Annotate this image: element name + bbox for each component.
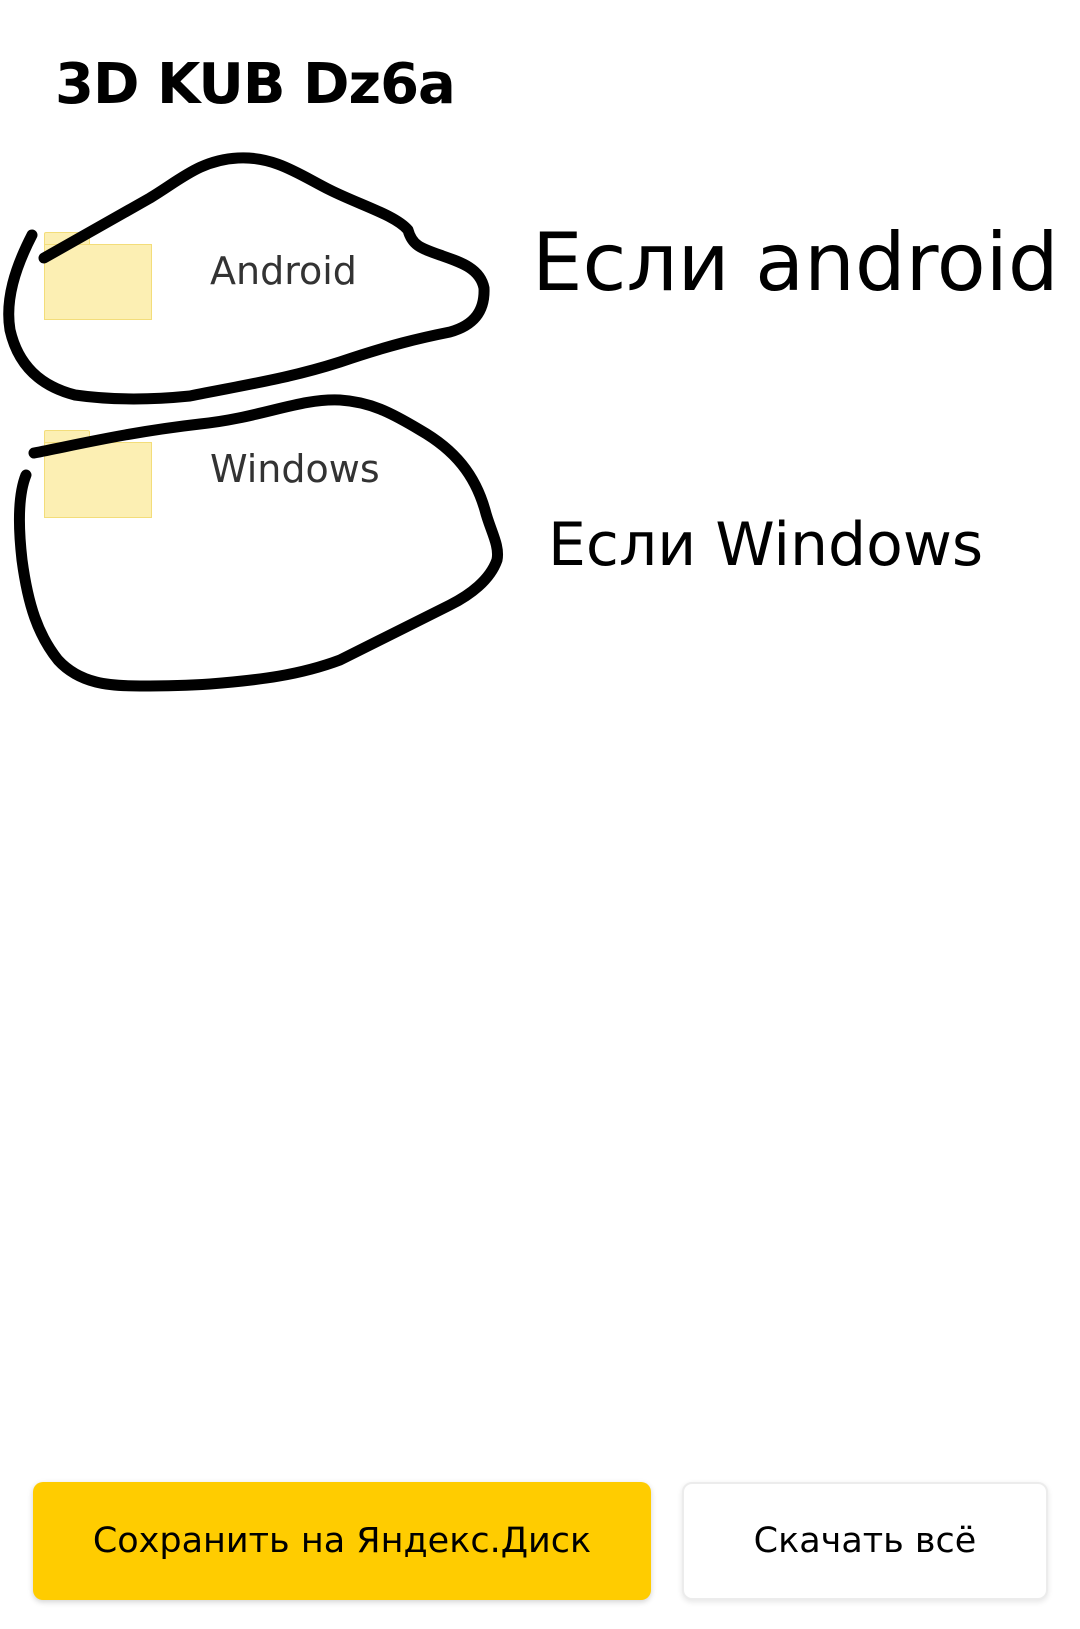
folder-name: Android	[210, 249, 357, 293]
annotation-android-note: Если android	[532, 216, 1059, 309]
page-title: 3D KUB Dz6a	[55, 52, 456, 117]
folder-icon	[44, 228, 154, 322]
save-button-label: Сохранить на Яндекс.Диск	[92, 1521, 592, 1561]
folder-icon	[44, 426, 154, 520]
download-button-label: Скачать всё	[753, 1521, 977, 1561]
folder-name: Windows	[210, 447, 380, 491]
folder-item-windows[interactable]: Windows	[0, 426, 520, 518]
folder-item-android[interactable]: Android	[0, 228, 520, 320]
annotation-windows-note: Если Windows	[548, 510, 984, 580]
save-to-yandex-disk-button[interactable]: Сохранить на Яндекс.Диск	[33, 1482, 651, 1600]
download-all-button[interactable]: Скачать всё	[682, 1482, 1048, 1600]
bottom-action-bar: Сохранить на Яндекс.Диск Скачать всё	[0, 1470, 1080, 1629]
